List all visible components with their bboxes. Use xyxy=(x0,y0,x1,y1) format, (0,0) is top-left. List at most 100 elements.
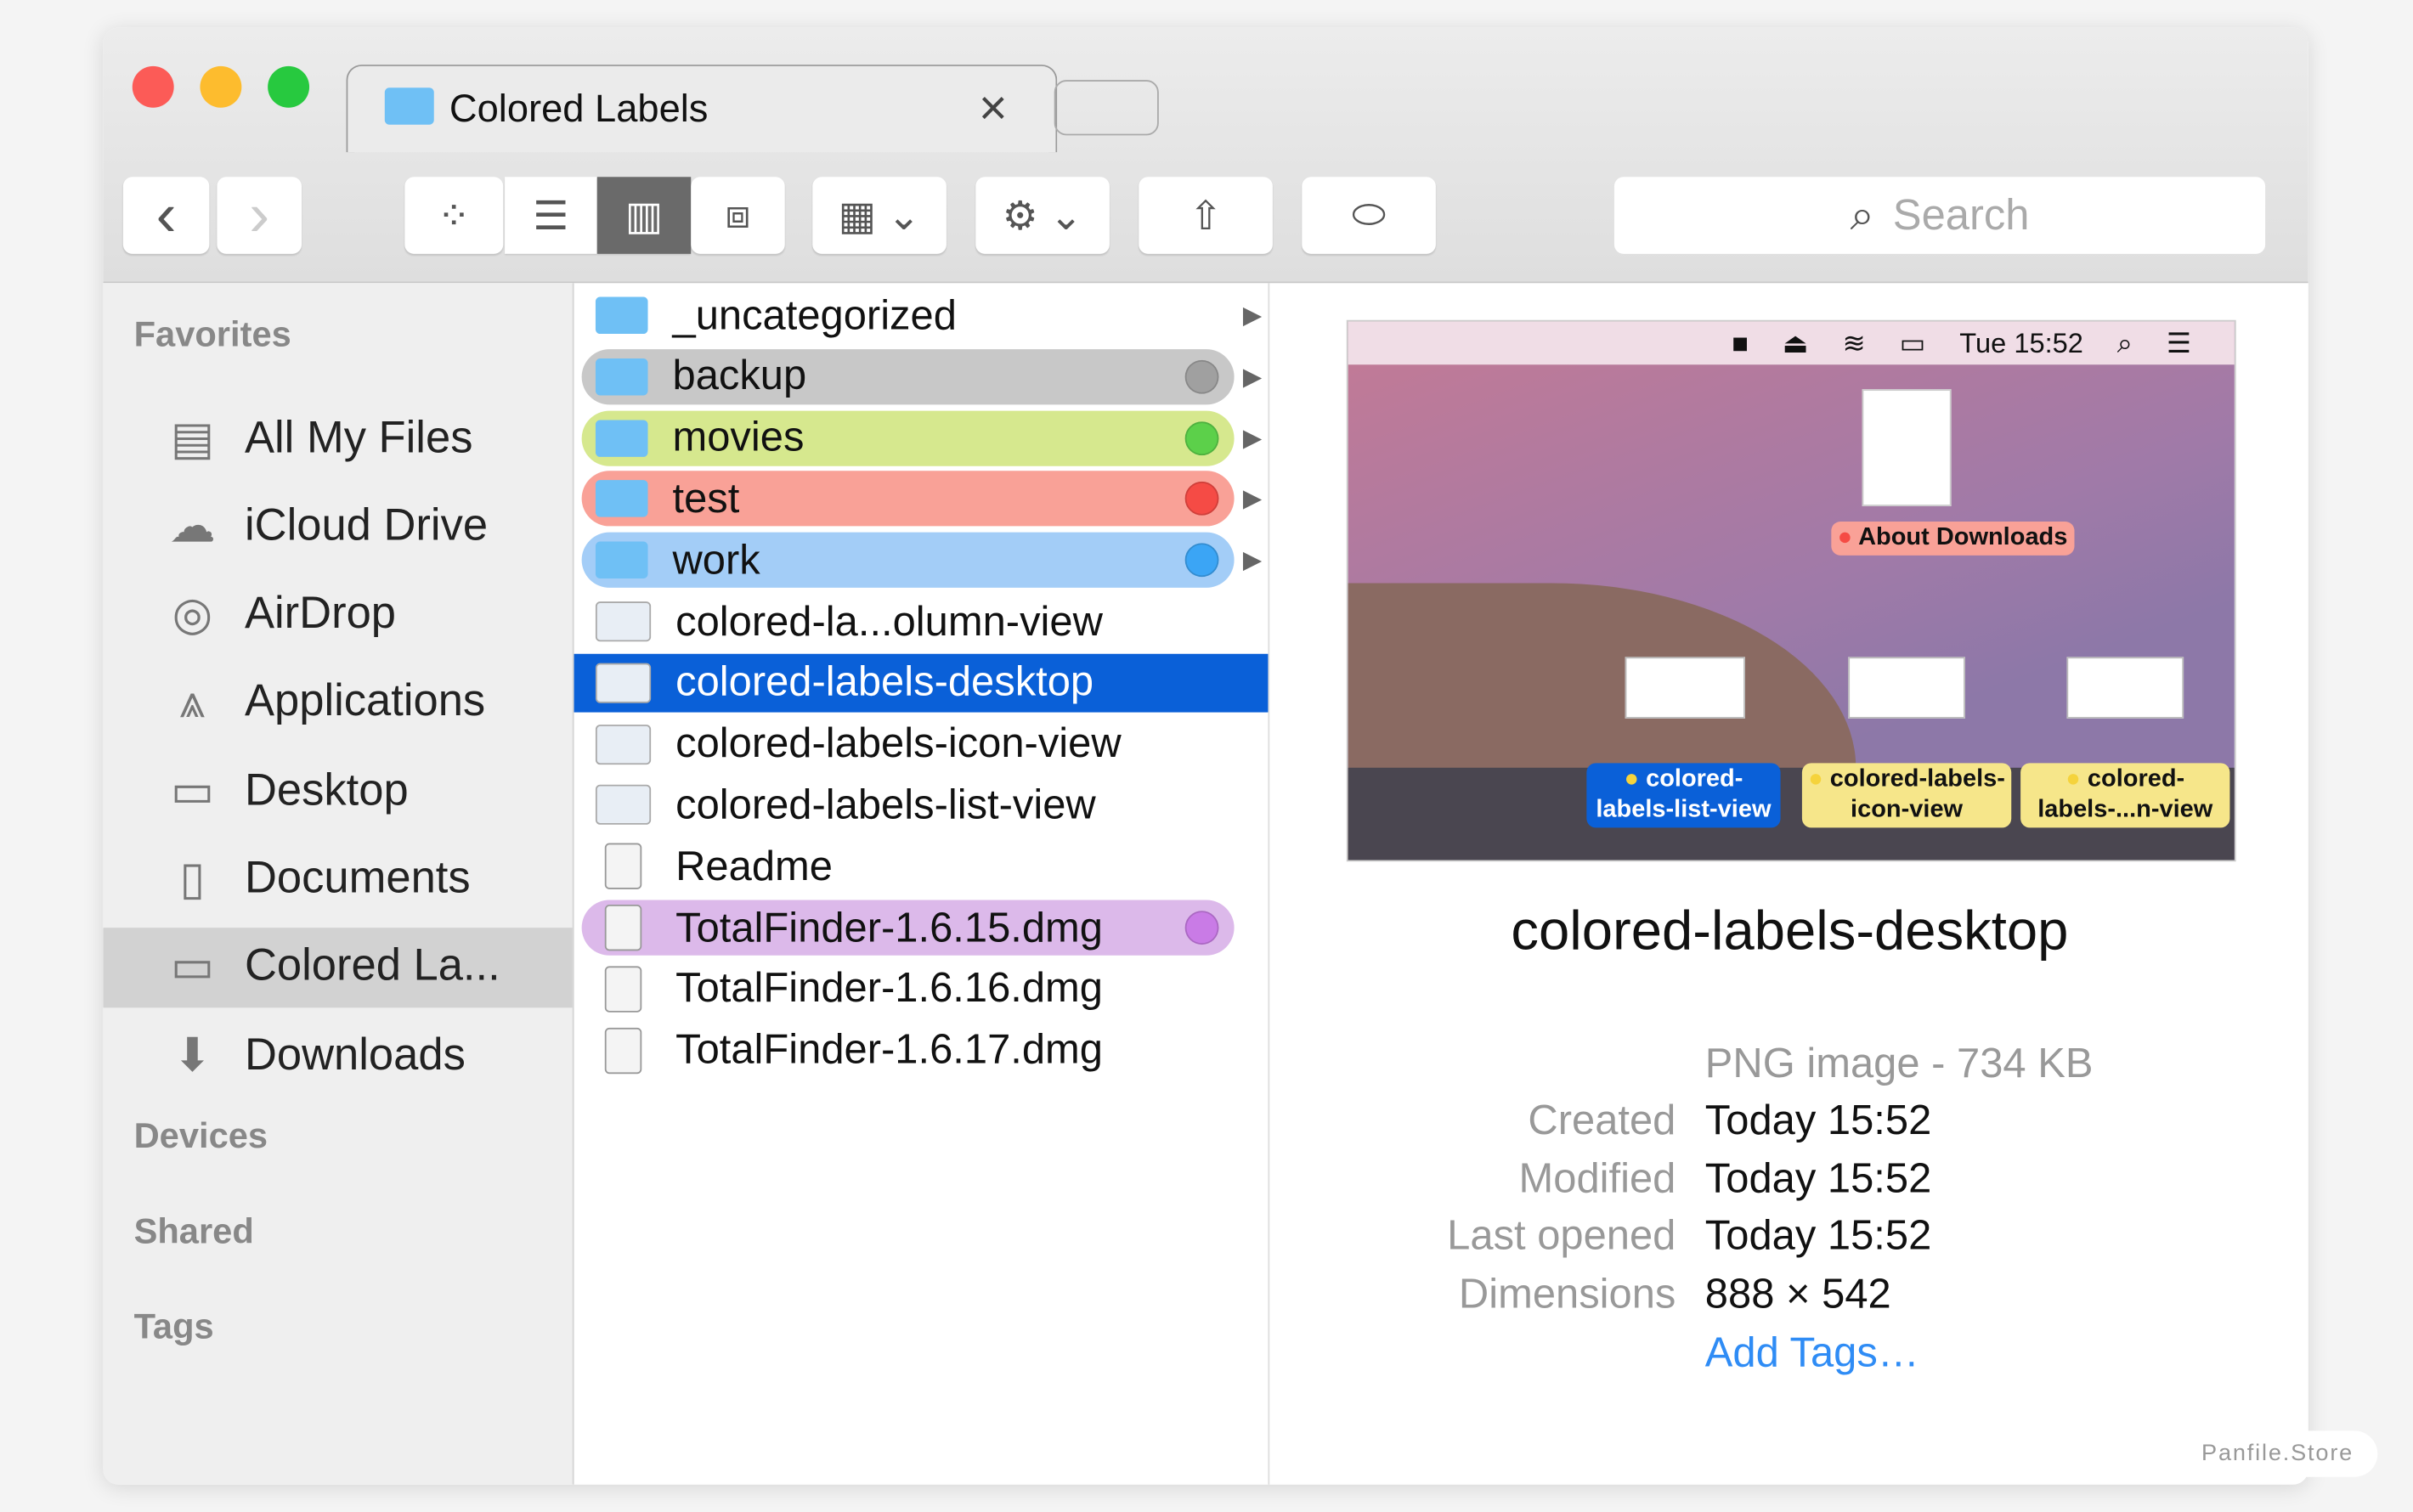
file-row[interactable]: colored-labels-icon-view xyxy=(574,714,1269,773)
file-name: TotalFinder-1.6.17.dmg xyxy=(675,1026,1104,1073)
file-row[interactable]: _uncategorized ▶ xyxy=(574,286,1269,345)
folder-icon xyxy=(595,541,648,579)
sidebar-item-label: Downloads xyxy=(244,1030,466,1080)
file-row[interactable]: TotalFinder-1.6.15.dmg xyxy=(574,899,1269,957)
meta-key: Last opened xyxy=(1447,1212,1676,1260)
sidebar-item[interactable]: ◎ AirDrop xyxy=(103,575,572,655)
search-placeholder: Search xyxy=(1892,190,2030,239)
shared-header[interactable]: Shared xyxy=(134,1210,254,1252)
tab-colored-labels[interactable]: Colored Labels × xyxy=(346,65,1058,153)
desktop-item-label: ● colored-labels-...n-view xyxy=(2020,763,2230,828)
watermark: Panfile.Store xyxy=(2177,1430,2378,1477)
sidebar-item[interactable]: ⬇ Downloads xyxy=(103,1016,572,1096)
back-button[interactable]: ‹ xyxy=(122,177,210,254)
thumbnail xyxy=(1625,657,1745,719)
desktop-item-label: ● colored-labels-icon-view xyxy=(1801,763,2012,828)
file-row[interactable]: TotalFinder-1.6.17.dmg xyxy=(574,1021,1269,1080)
close-window-button[interactable] xyxy=(132,65,174,108)
icon-view-button[interactable]: ⁘ xyxy=(404,177,504,254)
file-row[interactable]: Readme xyxy=(574,838,1269,896)
action-button[interactable]: ⚙ ⌄ xyxy=(975,177,1110,254)
file-name: colored-labels-desktop xyxy=(675,658,1094,706)
sidebar-item-label: Desktop xyxy=(244,765,409,815)
sidebar-item-label: iCloud Drive xyxy=(244,501,489,551)
file-name: colored-la...olumn-view xyxy=(675,597,1103,644)
preview-image: ■ ⏏ ≋ ▭ Tue 15:52 ⌕ ☰ ● About Downloads ● co… xyxy=(1346,319,2236,862)
sidebar-item[interactable]: ▭ Desktop xyxy=(103,751,572,831)
new-tab-button[interactable] xyxy=(1054,80,1159,136)
coverflow-icon: ⧈ xyxy=(725,190,751,237)
sidebar-item[interactable]: ▤ All My Files xyxy=(103,398,572,478)
dmg-icon xyxy=(604,904,642,951)
arrange-button[interactable]: ▦ ⌄ xyxy=(812,177,947,254)
sidebar-item-label: Applications xyxy=(244,677,486,727)
spotlight-icon: ⌕ xyxy=(2116,326,2133,358)
doc-icon xyxy=(604,843,642,890)
coverflow-view-button[interactable]: ⧈ xyxy=(691,177,785,254)
meta-key: Dimensions xyxy=(1458,1271,1676,1317)
folder-icon xyxy=(595,296,648,335)
file-row[interactable]: test ▶ xyxy=(574,470,1269,528)
meta-value: Today 15:52 xyxy=(1704,1212,1932,1260)
thumbnail xyxy=(2066,657,2184,719)
folder-icon xyxy=(595,419,648,457)
image-icon xyxy=(595,724,652,764)
file-name: backup xyxy=(672,353,807,399)
share-icon: ⇧ xyxy=(1189,191,1223,238)
disclosure-arrow-icon: ▶ xyxy=(1242,364,1263,391)
desktop-item-label: ● About Downloads xyxy=(1831,521,2074,556)
tags-button[interactable]: ⬭ xyxy=(1302,177,1436,254)
notification-icon: ☰ xyxy=(2166,326,2192,358)
disclosure-arrow-icon: ▶ xyxy=(1242,487,1263,513)
airdrop-icon: ◎ xyxy=(172,589,213,640)
file-name: TotalFinder-1.6.15.dmg xyxy=(675,904,1104,951)
thumbnail xyxy=(1848,657,1965,719)
column-view-button[interactable]: ▥ xyxy=(596,177,692,254)
minimize-window-button[interactable] xyxy=(200,65,242,108)
label-dot xyxy=(1184,420,1219,455)
file-name: work xyxy=(672,536,760,583)
sidebar-item[interactable]: ⩓ Applications xyxy=(103,663,572,742)
desktop-item-label: ● colored-labels-list-view xyxy=(1586,763,1781,828)
devices-header[interactable]: Devices xyxy=(134,1115,268,1157)
tab-title: Colored Labels xyxy=(449,87,709,131)
file-row[interactable]: colored-labels-desktop xyxy=(574,653,1269,713)
file-row[interactable]: TotalFinder-1.6.16.dmg xyxy=(574,960,1269,1018)
dmg-icon xyxy=(604,966,642,1013)
file-name: colored-labels-list-view xyxy=(675,781,1096,828)
folder-icon: ▭ xyxy=(170,941,215,993)
file-row[interactable]: colored-labels-list-view xyxy=(574,776,1269,835)
disclosure-arrow-icon: ▶ xyxy=(1242,425,1263,452)
desktop-icon: ▭ xyxy=(170,765,215,817)
file-row[interactable]: backup ▶ xyxy=(574,347,1269,406)
sidebar-item[interactable]: ▭ Colored La... xyxy=(103,927,573,1007)
meta-key: Modified xyxy=(1518,1154,1676,1201)
sidebar: Favorites ▤ All My Files ☁ iCloud Drive ◎ Air… xyxy=(103,283,574,1485)
zoom-window-button[interactable] xyxy=(268,65,310,108)
menubar-clock: Tue 15:52 xyxy=(1959,326,2083,358)
search-icon: ⌕ xyxy=(1850,189,1875,238)
meta-key: Created xyxy=(1528,1097,1676,1143)
list-view-button[interactable]: ☰ xyxy=(505,177,597,254)
search-input[interactable]: ⌕ Search xyxy=(1613,177,2266,254)
list-icon: ☰ xyxy=(533,191,569,238)
file-row[interactable]: movies ▶ xyxy=(574,409,1269,467)
dmg-icon xyxy=(604,1027,642,1074)
file-name: movies xyxy=(672,414,805,460)
sidebar-item-label: Documents xyxy=(244,854,471,904)
forward-button[interactable]: › xyxy=(217,177,302,254)
tag-icon: ⬭ xyxy=(1351,190,1387,237)
share-button[interactable]: ⇧ xyxy=(1139,177,1273,254)
sidebar-item[interactable]: ☁ iCloud Drive xyxy=(103,487,572,567)
airplay-icon: ⏏ xyxy=(1782,326,1809,358)
file-name: test xyxy=(672,475,740,522)
gear-icon: ⚙ ⌄ xyxy=(1002,191,1083,238)
file-row[interactable]: colored-la...olumn-view xyxy=(574,592,1269,651)
folder-icon xyxy=(384,87,434,125)
tags-header[interactable]: Tags xyxy=(134,1306,214,1348)
add-tags-link[interactable]: Add Tags… xyxy=(1705,1329,1919,1377)
file-row[interactable]: work ▶ xyxy=(574,531,1269,590)
close-tab-icon[interactable]: × xyxy=(979,80,1008,137)
meta-value: Today 15:52 xyxy=(1704,1154,1932,1201)
sidebar-item[interactable]: ▯ Documents xyxy=(103,839,572,919)
